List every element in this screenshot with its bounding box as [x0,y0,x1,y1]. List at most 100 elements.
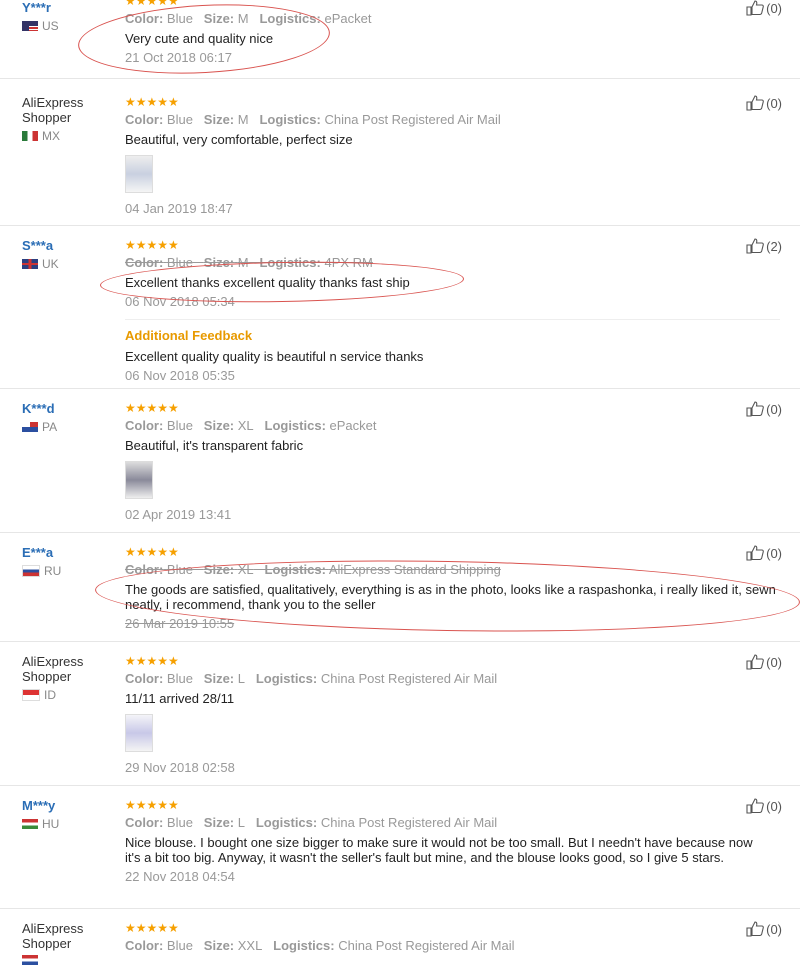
country-code: PA [42,420,58,434]
flag-hu-icon [22,819,38,829]
reviewer-name[interactable]: M***y [22,798,117,813]
helpful-button[interactable]: (0) [746,401,782,417]
review-text: Excellent thanks excellent quality thank… [125,275,410,290]
helpful-count: (0) [766,545,782,561]
reviewer-name[interactable]: Y***r [22,0,117,15]
review-item: Y***r US ★★★★★ Color: Blue Size: M Logis… [0,0,800,79]
review-attributes: Color: Blue Size: M Logistics: China Pos… [125,112,501,127]
reviewer-country: MX [22,129,117,143]
review-body: ★★★★★ Color: Blue Size: L Logistics: Chi… [125,798,770,884]
divider [125,319,780,320]
rating-stars: ★★★★★ [125,401,179,415]
rating-stars: ★★★★★ [125,654,179,668]
review-item: M***y HU ★★★★★ Color: Blue Size: L Logis… [0,786,800,909]
thumbs-up-icon [746,238,764,254]
thumbs-up-icon [746,95,764,111]
review-item: AliExpress Shopper ★★★★★ Color: Blue Siz… [0,909,800,969]
rating-stars: ★★★★★ [125,798,179,812]
review-item: E***a RU ★★★★★ Color: Blue Size: XL Logi… [0,533,800,642]
review-body: ★★★★★ Color: Blue Size: L Logistics: Chi… [125,654,780,775]
review-date: 02 Apr 2019 13:41 [125,507,232,522]
review-body: ★★★★★ Color: Blue Size: XXL Logistics: C… [125,921,780,954]
country-code: RU [44,564,62,578]
helpful-button[interactable]: (0) [746,95,782,111]
review-date: 21 Oct 2018 06:17 [125,50,232,65]
flag-us-icon [22,21,38,31]
thumbs-up-icon [746,654,764,670]
additional-feedback-heading: Additional Feedback [125,328,253,343]
review-body: ★★★★★ Color: Blue Size: M Logistics: 4PX… [125,238,780,383]
helpful-button[interactable]: (0) [746,0,782,16]
reviewer-country [22,955,117,965]
additional-feedback-text: Excellent quality quality is beautiful n… [125,349,424,364]
flag-id-icon [22,689,40,701]
reviewer-name[interactable]: S***a [22,238,117,253]
flag-uk-icon [22,259,38,269]
country-code: US [42,19,59,33]
review-attributes: Color: Blue Size: L Logistics: China Pos… [125,815,498,830]
review-date: 29 Nov 2018 02:58 [125,760,235,775]
rating-stars: ★★★★★ [125,0,179,8]
helpful-count: (0) [766,921,782,937]
review-attributes: Color: Blue Size: XL Logistics: ePacket [125,418,377,433]
helpful-button[interactable]: (0) [746,798,782,814]
review-text: The goods are satisfied, qualitatively, … [125,582,776,612]
reviewer-country: UK [22,257,117,271]
flag-pa-icon [22,422,38,432]
review-date: 04 Jan 2019 18:47 [125,201,233,216]
reviewer-country: RU [22,564,117,578]
helpful-button[interactable]: (0) [746,654,782,670]
rating-stars: ★★★★★ [125,95,179,109]
reviewer-info: Y***r US [22,0,117,33]
review-attributes: Color: Blue Size: M Logistics: 4PX RM [125,255,373,270]
review-item: AliExpress Shopper ID ★★★★★ Color: Blue … [0,642,800,786]
helpful-button[interactable]: (0) [746,545,782,561]
reviewer-info: S***a UK [22,238,117,271]
reviewer-name: AliExpress Shopper [22,921,84,951]
review-date: 26 Mar 2019 10:55 [125,616,235,631]
reviewer-name: AliExpress Shopper [22,95,84,125]
helpful-button[interactable]: (0) [746,921,782,937]
helpful-count: (0) [766,654,782,670]
review-body: ★★★★★ Color: Blue Size: XL Logistics: Al… [125,545,795,631]
rating-stars: ★★★★★ [125,921,179,935]
review-photo[interactable] [125,461,153,499]
country-code: MX [42,129,60,143]
reviewer-info: M***y HU [22,798,117,831]
reviewer-name[interactable]: K***d [22,401,117,416]
review-body: ★★★★★ Color: Blue Size: M Logistics: ePa… [125,0,780,65]
reviewer-country: HU [22,817,117,831]
review-attributes: Color: Blue Size: XL Logistics: AliExpre… [125,562,501,577]
reviewer-info: AliExpress Shopper [22,921,117,965]
reviewer-info: K***d PA [22,401,117,434]
review-attributes: Color: Blue Size: L Logistics: China Pos… [125,671,498,686]
reviewer-info: AliExpress Shopper ID [22,654,117,702]
review-photo[interactable] [125,714,153,752]
reviewer-info: AliExpress Shopper MX [22,95,117,143]
review-item: K***d PA ★★★★★ Color: Blue Size: XL Logi… [0,389,800,533]
country-code: ID [44,688,56,702]
reviewer-name: AliExpress Shopper [22,654,84,684]
reviewer-name[interactable]: E***a [22,545,117,560]
helpful-count: (2) [766,238,782,254]
review-text: 11/11 arrived 28/11 [125,691,235,706]
helpful-count: (0) [766,0,782,16]
review-text: Beautiful, it's transparent fabric [125,438,304,453]
review-text: Beautiful, very comfortable, perfect siz… [125,132,353,147]
thumbs-up-icon [746,0,764,16]
flag-icon [22,955,38,965]
flag-ru-icon [22,565,40,577]
review-photo[interactable] [125,155,153,193]
review-body: ★★★★★ Color: Blue Size: XL Logistics: eP… [125,401,780,522]
thumbs-up-icon [746,798,764,814]
review-body: ★★★★★ Color: Blue Size: M Logistics: Chi… [125,95,780,216]
helpful-count: (0) [766,401,782,417]
rating-stars: ★★★★★ [125,238,179,252]
thumbs-up-icon [746,401,764,417]
reviewer-info: E***a RU [22,545,117,578]
reviewer-country: PA [22,420,117,434]
reviewer-country: US [22,19,117,33]
review-date: 06 Nov 2018 05:34 [125,294,235,309]
reviewer-country: ID [22,688,117,702]
helpful-button[interactable]: (2) [746,238,782,254]
